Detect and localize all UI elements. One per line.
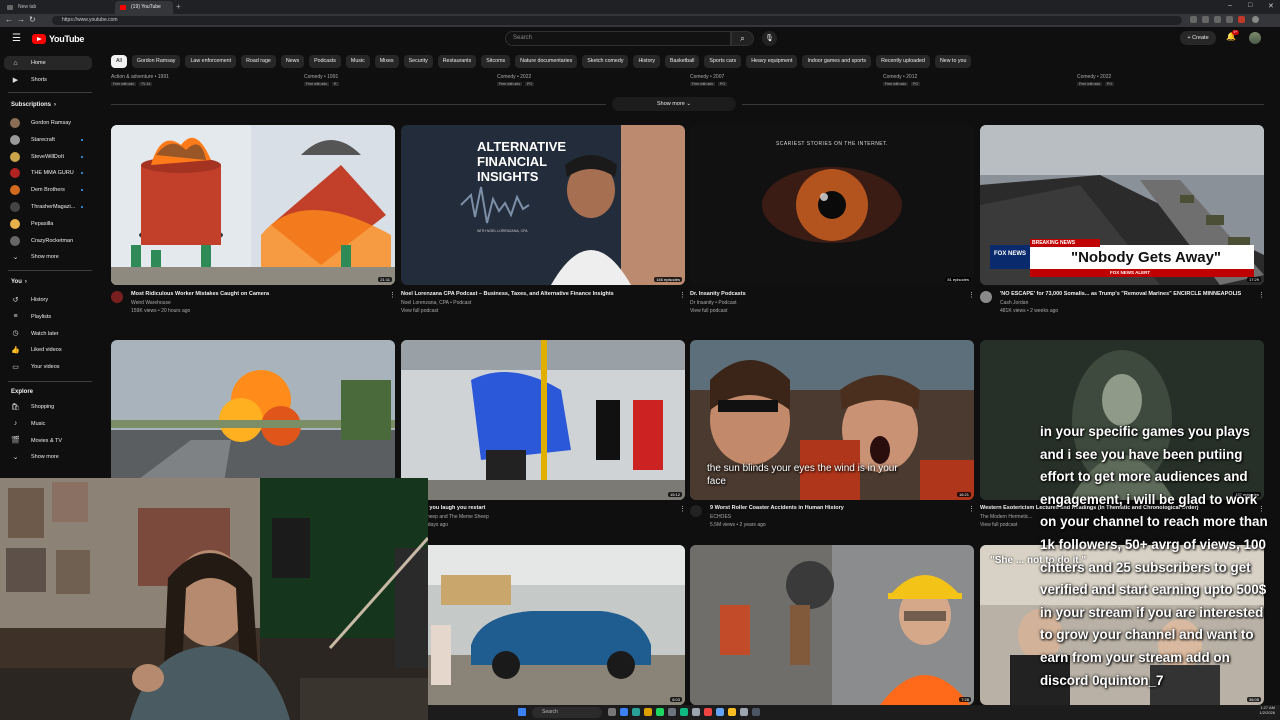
- thumbnail-image: [401, 545, 685, 705]
- thumbnail-image: [111, 340, 395, 500]
- duration-badge: 36:05: [1246, 697, 1261, 702]
- duration-badge: 21:11: [378, 277, 392, 282]
- taskbar-app-icon[interactable]: [716, 708, 724, 716]
- video-title[interactable]: 9 Worst Roller Coaster Accidents in Huma…: [710, 505, 962, 511]
- taskbar-app-icon[interactable]: [704, 708, 712, 716]
- channel-name[interactable]: ECHOES: [710, 514, 731, 520]
- channel-avatar[interactable]: [980, 291, 992, 303]
- video-thumbnail[interactable]: 15:12: [401, 340, 685, 500]
- video-title[interactable]: Most Ridiculous Worker Mistakes Caught o…: [131, 291, 383, 297]
- more-options-icon[interactable]: ⋮: [1258, 291, 1265, 299]
- video-thumbnail[interactable]: [111, 340, 395, 500]
- video-thumbnail[interactable]: SCARIEST STORIES ON THE INTERNET. 81 epis…: [690, 125, 974, 285]
- taskbar-app-icon[interactable]: [656, 708, 664, 716]
- video-title[interactable]: 'NO ESCAPE' for 73,000 Somalis... as Tru…: [1000, 291, 1252, 297]
- video-thumbnail[interactable]: "Nobody Gets Away" BREAKING NEWS FOX NEWS F…: [980, 125, 1264, 285]
- more-options-icon[interactable]: ⋮: [968, 291, 975, 299]
- channel-name[interactable]: Cash Jordan: [1000, 300, 1028, 306]
- video-thumbnail[interactable]: 6:03: [401, 545, 685, 705]
- video-title[interactable]: ...possible you laugh you restart: [401, 505, 673, 511]
- video-thumbnail[interactable]: 7:28: [690, 545, 974, 705]
- more-options-icon[interactable]: ⋮: [389, 291, 396, 299]
- clock-date: 1/2/2026: [1259, 710, 1275, 715]
- video-meta: 5.5M views • 2 years ago: [710, 522, 766, 528]
- channel-name[interactable]: Noel Lorenzana, CPA • Podcast: [401, 300, 471, 306]
- video-title[interactable]: Noel Lorenzana CPA Podcast – Business, T…: [401, 291, 673, 297]
- channel-avatar[interactable]: [111, 291, 123, 303]
- channel-avatar[interactable]: [690, 505, 702, 517]
- chat-message-overlay: in your specific games you plays and i s…: [1040, 424, 1268, 688]
- thumbnail-heading: ALTERNATIVE FINANCIAL INSIGHTS: [477, 139, 567, 184]
- video-title[interactable]: Dr. Insanity Podcasts: [690, 291, 962, 297]
- taskbar-app-icon[interactable]: [632, 708, 640, 716]
- taskbar-app-icon[interactable]: [728, 708, 736, 716]
- taskbar-app-icon[interactable]: [668, 708, 676, 716]
- thumbnail-logo: FOX NEWS: [993, 251, 1026, 257]
- duration-badge: 6:03: [670, 697, 682, 702]
- duration-badge: 146 episodes: [654, 277, 682, 282]
- taskbar-app-icon[interactable]: [644, 708, 652, 716]
- thumbnail-heading: "Nobody Gets Away": [1070, 249, 1222, 266]
- thumbnail-image: [690, 125, 974, 285]
- webcam-overlay: [0, 478, 428, 720]
- video-thumbnail[interactable]: 21:11: [111, 125, 395, 285]
- taskbar-app-icon[interactable]: [608, 708, 616, 716]
- video-meta: View full podcast: [980, 522, 1018, 528]
- duration-badge: 15:12: [667, 492, 682, 497]
- video-caption-overlay: the sun blinds your eyes the wind is in …: [707, 463, 898, 487]
- video-meta: 481K views • 2 weeks ago: [1000, 308, 1059, 314]
- duration-badge: 17:29: [1246, 277, 1261, 282]
- thumbnail-image: [690, 545, 974, 705]
- duration-badge: 16:21: [956, 492, 971, 497]
- video-meta: View full podcast: [690, 308, 728, 314]
- taskbar-app-icon[interactable]: [692, 708, 700, 716]
- more-options-icon[interactable]: ⋮: [679, 505, 686, 513]
- taskbar-search[interactable]: Search: [532, 707, 602, 718]
- video-meta: 159K views • 20 hours ago: [131, 308, 191, 314]
- taskbar-clock: 1:27 AM 1/2/2026: [1225, 705, 1275, 715]
- webcam-image: [0, 478, 428, 720]
- duration-badge: 7:28: [959, 697, 971, 702]
- taskbar-app-icon[interactable]: [740, 708, 748, 716]
- thumbnail-alert: FOX NEWS ALERT: [1110, 270, 1151, 275]
- channel-name[interactable]: The Modern Hermetic...: [980, 514, 1033, 520]
- taskbar-apps: [608, 708, 768, 717]
- channel-name[interactable]: Dr Insanity • Podcast: [690, 300, 737, 306]
- thumbnail-heading: SCARIEST STORIES ON THE INTERNET.: [775, 141, 889, 147]
- taskbar-app-icon[interactable]: [620, 708, 628, 716]
- thumbnail-image: [111, 125, 395, 285]
- more-options-icon[interactable]: ⋮: [968, 505, 975, 513]
- channel-name[interactable]: Weird Warehouse: [131, 300, 171, 306]
- video-meta: View full podcast: [401, 308, 439, 314]
- thumbnail-subheading: WITH NOEL LORENZANA, CPA: [477, 229, 528, 233]
- taskbar-app-icon[interactable]: [680, 708, 688, 716]
- windows-start-icon[interactable]: [518, 708, 526, 716]
- more-options-icon[interactable]: ⋮: [679, 291, 686, 299]
- thumbnail-tag: BREAKING NEWS: [1032, 240, 1076, 246]
- taskbar-app-icon[interactable]: [752, 708, 760, 716]
- thumbnail-image: [401, 340, 685, 500]
- duration-badge: 81 episodes: [945, 277, 971, 282]
- video-thumbnail[interactable]: ALTERNATIVE FINANCIAL INSIGHTS WITH NOEL …: [401, 125, 685, 285]
